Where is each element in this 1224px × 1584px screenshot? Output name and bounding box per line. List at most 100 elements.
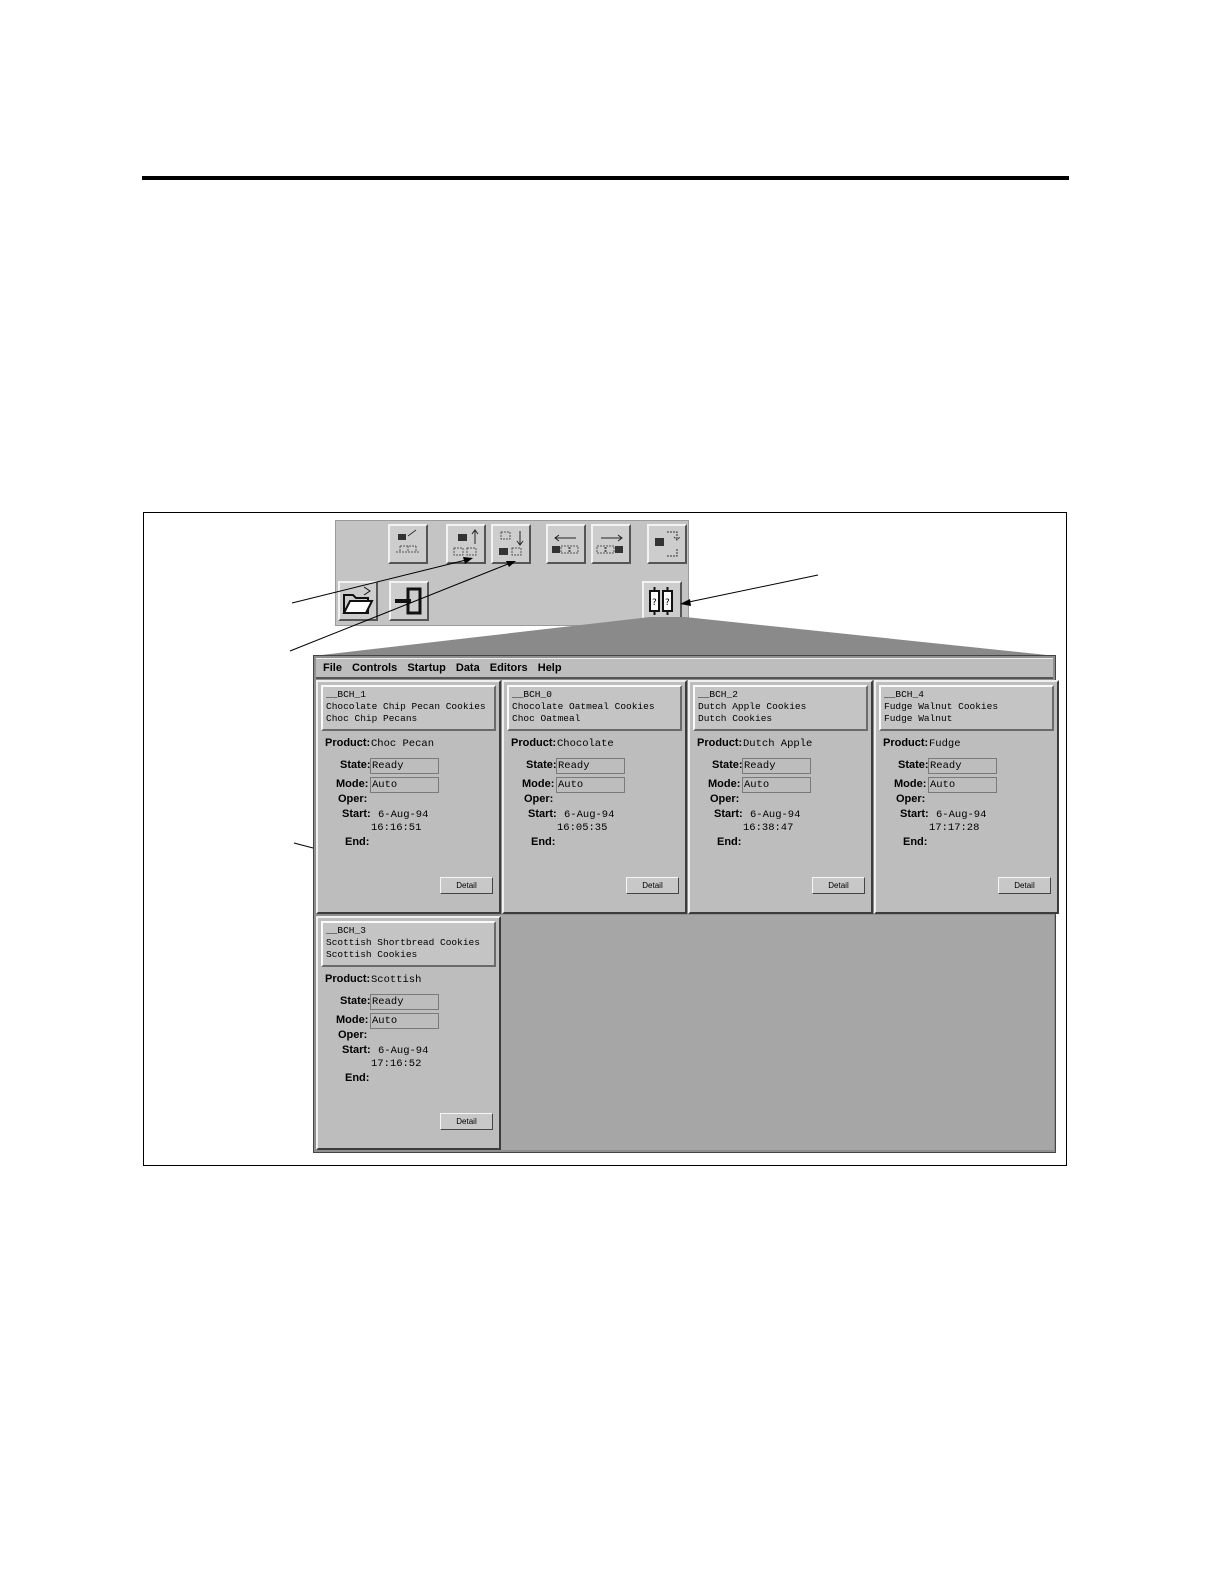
start-label: Start:: [900, 808, 929, 820]
menu-help[interactable]: Help: [538, 659, 562, 678]
batch-description: Chocolate Oatmeal Cookies: [512, 701, 655, 712]
oper-label: Oper:: [338, 793, 368, 805]
move-left-icon[interactable]: [546, 524, 586, 564]
menu-data[interactable]: Data: [456, 659, 480, 678]
start-label: Start:: [528, 808, 557, 820]
batch-id: __BCH_3: [326, 925, 366, 936]
start-time: 16:38:47: [743, 822, 794, 834]
start-label: Start:: [342, 808, 371, 820]
end-label: End:: [345, 836, 370, 848]
start-label: Start:: [342, 1044, 371, 1056]
move-right-icon[interactable]: [591, 524, 631, 564]
menu-file[interactable]: File: [323, 659, 342, 678]
mode-label: Mode:: [336, 778, 369, 790]
top-rule: [142, 176, 1069, 180]
menu-startup[interactable]: Startup: [407, 659, 446, 678]
open-folder-icon[interactable]: [338, 581, 378, 621]
detail-button[interactable]: Detail: [440, 877, 493, 894]
batch-id: __BCH_2: [698, 689, 738, 700]
state-label: State:: [526, 759, 557, 771]
batch-description: Fudge Walnut Cookies: [884, 701, 999, 712]
svg-text:?: ?: [652, 598, 657, 608]
batch-short-description: Fudge Walnut: [884, 713, 953, 724]
product-value: Fudge: [929, 738, 961, 750]
refresh-icon[interactable]: [647, 524, 687, 564]
batch-card: __BCH_4 Fudge Walnut Cookies Fudge Walnu…: [874, 680, 1059, 914]
batch-header[interactable]: __BCH_1 Chocolate Chip Pecan Cookies Cho…: [321, 685, 496, 731]
product-value: Chocolate: [557, 738, 614, 750]
mode-label: Mode:: [336, 1014, 369, 1026]
product-label: Product:: [697, 737, 743, 749]
batch-header[interactable]: __BCH_3 Scottish Shortbread Cookies Scot…: [321, 921, 496, 967]
end-label: End:: [717, 836, 742, 848]
start-date: 6-Aug-94: [750, 809, 801, 821]
batch-card: __BCH_0 Chocolate Oatmeal Cookies Choc O…: [502, 680, 687, 914]
batch-description: Chocolate Chip Pecan Cookies: [326, 701, 486, 712]
svg-text:?: ?: [665, 598, 670, 608]
state-field: Ready: [370, 994, 439, 1010]
detail-button[interactable]: Detail: [626, 877, 679, 894]
start-time: 16:05:35: [557, 822, 608, 834]
start-date: 6-Aug-94: [564, 809, 615, 821]
end-label: End:: [903, 836, 928, 848]
start-time: 16:16:51: [371, 822, 422, 834]
batch-card: __BCH_2 Dutch Apple Cookies Dutch Cookie…: [688, 680, 873, 914]
batch-description: Dutch Apple Cookies: [698, 701, 807, 712]
batch-header[interactable]: __BCH_0 Chocolate Oatmeal Cookies Choc O…: [507, 685, 682, 731]
mode-label: Mode:: [708, 778, 741, 790]
product-value: Choc Pecan: [371, 738, 435, 750]
batch-header[interactable]: __BCH_2 Dutch Apple Cookies Dutch Cookie…: [693, 685, 868, 731]
batch-id: __BCH_1: [326, 689, 366, 700]
product-label: Product:: [883, 737, 929, 749]
mode-field: Auto: [370, 777, 439, 793]
mode-field: Auto: [370, 1013, 439, 1029]
batch-short-description: Dutch Cookies: [698, 713, 773, 724]
start-date: 6-Aug-94: [378, 1045, 429, 1057]
batch-tree-icon[interactable]: [388, 524, 428, 564]
batch-id: __BCH_0: [512, 689, 552, 700]
empty-area: [500, 915, 1054, 1150]
state-label: State:: [898, 759, 929, 771]
batch-description: Scottish Shortbread Cookies: [326, 937, 480, 948]
oper-label: Oper:: [710, 793, 740, 805]
toolbar: ??: [335, 520, 689, 626]
mode-field: Auto: [742, 777, 811, 793]
move-down-icon[interactable]: [491, 524, 531, 564]
detail-button[interactable]: Detail: [998, 877, 1051, 894]
batch-short-description: Choc Chip Pecans: [326, 713, 418, 724]
product-label: Product:: [511, 737, 557, 749]
mode-label: Mode:: [522, 778, 555, 790]
menu-editors[interactable]: Editors: [490, 659, 528, 678]
batch-list-window: File Controls Startup Data Editors Help …: [313, 655, 1059, 1153]
state-field: Ready: [370, 758, 439, 774]
batch-short-description: Scottish Cookies: [326, 949, 418, 960]
start-date: 6-Aug-94: [378, 809, 429, 821]
oper-label: Oper:: [896, 793, 926, 805]
batch-short-description: Choc Oatmeal: [512, 713, 581, 724]
detail-button[interactable]: Detail: [812, 877, 865, 894]
product-label: Product:: [325, 737, 371, 749]
state-label: State:: [712, 759, 743, 771]
batch-list-icon[interactable]: ??: [642, 581, 682, 621]
product-value: Scottish: [371, 974, 422, 986]
start-label: Start:: [714, 808, 743, 820]
mode-field: Auto: [928, 777, 997, 793]
product-value: Dutch Apple: [743, 738, 813, 750]
move-up-icon[interactable]: [446, 524, 486, 564]
exit-icon[interactable]: [389, 581, 429, 621]
mode-field: Auto: [556, 777, 625, 793]
batch-id: __BCH_4: [884, 689, 924, 700]
state-field: Ready: [742, 758, 811, 774]
end-label: End:: [345, 1072, 370, 1084]
product-label: Product:: [325, 973, 371, 985]
menu-bar: File Controls Startup Data Editors Help: [316, 658, 1053, 679]
state-field: Ready: [556, 758, 625, 774]
start-time: 17:16:52: [371, 1058, 422, 1070]
detail-button[interactable]: Detail: [440, 1113, 493, 1130]
menu-controls[interactable]: Controls: [352, 659, 397, 678]
mode-label: Mode:: [894, 778, 927, 790]
oper-label: Oper:: [524, 793, 554, 805]
batch-header[interactable]: __BCH_4 Fudge Walnut Cookies Fudge Walnu…: [879, 685, 1054, 731]
start-time: 17:17:28: [929, 822, 980, 834]
state-label: State:: [340, 995, 371, 1007]
